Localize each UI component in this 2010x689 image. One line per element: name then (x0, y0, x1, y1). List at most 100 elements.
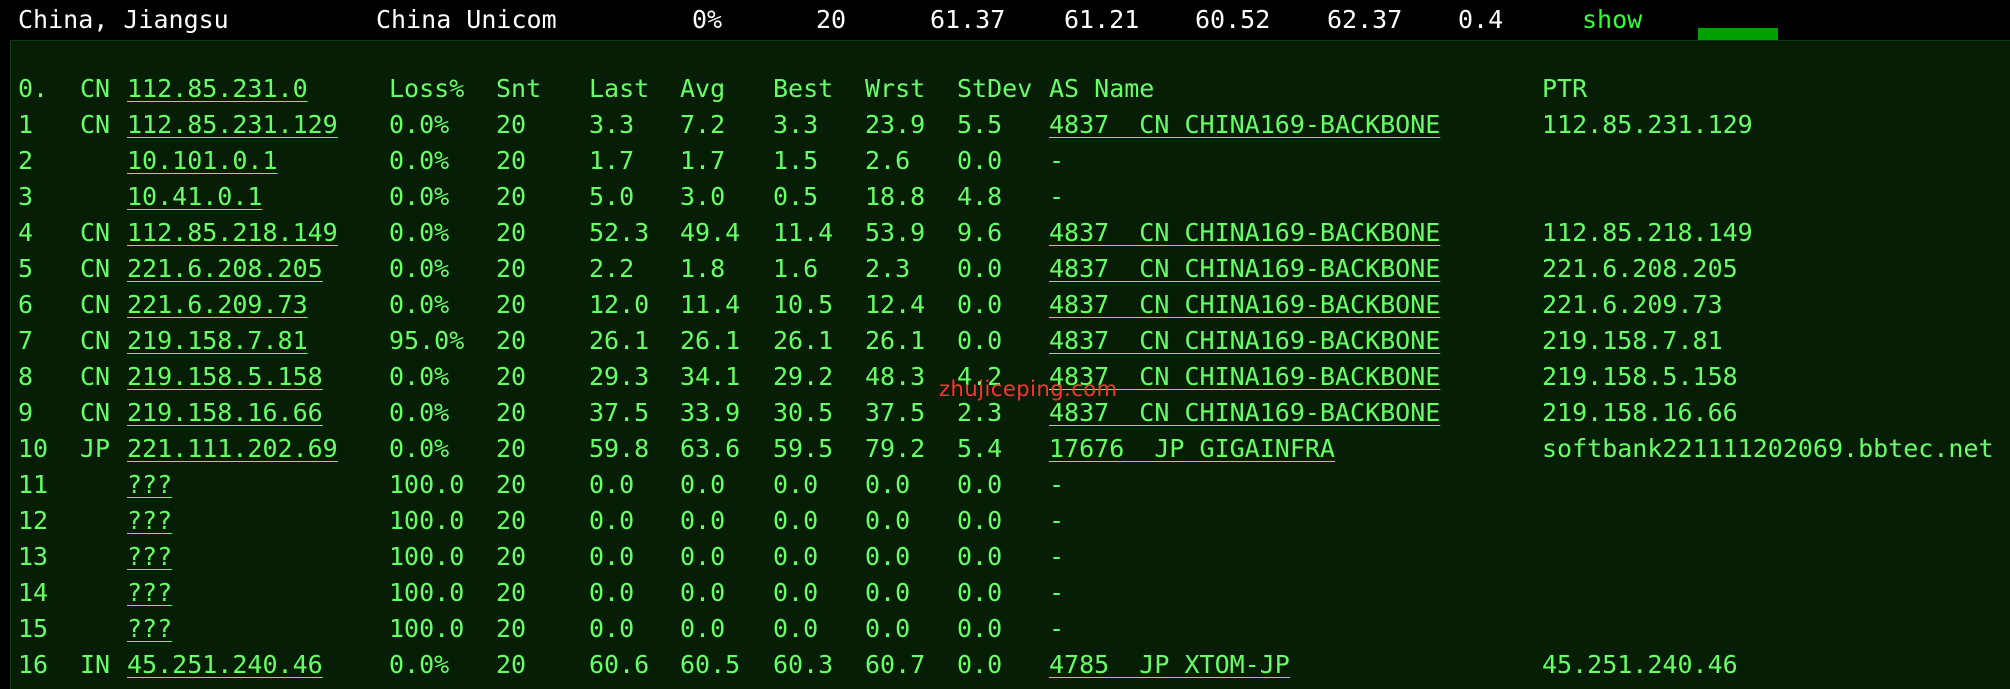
hop-row: 16 IN 45.251.240.46 0.0% 20 60.6 60.5 60.3 60.7 0… (11, 647, 2010, 683)
hop-best: 26.1 (773, 326, 834, 355)
hop-last: 0.0 (589, 542, 635, 571)
hop-ptr: 45.251.240.46 (1542, 650, 1738, 679)
hop-row: 13??? 100.0 20 0.0 0.0 0.0 0.0 0.0 - (11, 539, 2010, 575)
header-best: Best (773, 74, 834, 103)
header-loss: Loss% (389, 74, 465, 103)
hop-as[interactable]: 4837 CN CHINA169-BACKBONE (1049, 107, 1440, 143)
hop-best: 0.0 (773, 578, 819, 607)
hop-wrst: 37.5 (865, 398, 926, 427)
hop-n: 7 (18, 326, 34, 355)
hop-stdev: 4.8 (957, 182, 1003, 211)
hop-ptr: 221.6.209.73 (1542, 290, 1723, 319)
hop-stdev: 0.0 (957, 578, 1003, 607)
hop-ip[interactable]: ??? (127, 503, 172, 539)
hop-n: 10 (18, 434, 49, 463)
header-as-name: AS Name (1049, 74, 1155, 103)
hop-row: 7 CN 219.158.7.81 95.0% 20 26.1 26.1 26.1 26.1 0.… (11, 323, 2010, 359)
hop-wrst: 23.9 (865, 110, 926, 139)
hop-avg: 1.7 (680, 146, 726, 175)
hop-ip[interactable]: 221.111.202.69 (127, 431, 338, 467)
hop-ip[interactable]: ??? (127, 611, 172, 647)
hop-ip[interactable]: ??? (127, 467, 172, 503)
show-link[interactable]: show (1582, 4, 1642, 36)
hop-ip[interactable]: 219.158.7.81 (127, 323, 308, 359)
hop-cc: CN (80, 290, 111, 319)
hop-ip[interactable]: 221.6.208.205 (127, 251, 323, 287)
hop-row: 12??? 100.0 20 0.0 0.0 0.0 0.0 0.0 - (11, 503, 2010, 539)
hop-ip[interactable]: 219.158.16.66 (127, 395, 323, 431)
hop-row: 4 CN 112.85.218.149 0.0% 20 52.3 49.4 11.4 53.9 9… (11, 215, 2010, 251)
hop-cc: IN (80, 650, 111, 679)
hop-snt: 20 (496, 506, 527, 535)
hop-ip[interactable]: 10.41.0.1 (127, 179, 262, 215)
hop-last: 59.8 (589, 434, 650, 463)
hop-n: 2 (18, 146, 34, 175)
hop-ip[interactable]: 10.101.0.1 (127, 143, 278, 179)
hop-ip[interactable]: ??? (127, 539, 172, 575)
hop-as[interactable]: 17676 JP GIGAINFRA (1049, 431, 1335, 467)
hop-n: 8 (18, 362, 34, 391)
hop-n: 3 (18, 182, 34, 211)
hop-avg: 1.8 (680, 254, 726, 283)
traceroute-panel: 0. CN 112.85.231.0 Loss% Snt Last Avg Be… (10, 40, 2010, 689)
hop-wrst: 79.2 (865, 434, 926, 463)
hop-last: 5.0 (589, 182, 635, 211)
hop-snt: 20 (496, 470, 527, 499)
hop-ip[interactable]: 112.85.218.149 (127, 215, 338, 251)
hop-last: 12.0 (589, 290, 650, 319)
hop-n: 1 (18, 110, 34, 139)
hop-as[interactable]: 4785 JP XTOM-JP (1049, 647, 1290, 683)
hop-cc: CN (80, 362, 111, 391)
hop-ip[interactable]: 112.85.231.129 (127, 107, 338, 143)
hop-cc: CN (80, 110, 111, 139)
hop-wrst: 0.0 (865, 614, 911, 643)
hop-n: 5 (18, 254, 34, 283)
hop-snt: 20 (496, 578, 527, 607)
hop-last: 3.3 (589, 110, 635, 139)
hop-loss: 0.0% (389, 254, 450, 283)
hop-last: 52.3 (589, 218, 650, 247)
hop-ip[interactable]: 45.251.240.46 (127, 647, 323, 683)
hop-as[interactable]: 4837 CN CHINA169-BACKBONE (1049, 323, 1440, 359)
hop-as[interactable]: 4837 CN CHINA169-BACKBONE (1049, 287, 1440, 323)
hop-loss: 0.0% (389, 362, 450, 391)
hop-wrst: 0.0 (865, 542, 911, 571)
hop-row: 6 CN 221.6.209.73 0.0% 20 12.0 11.4 10.5 12.4 0.0… (11, 287, 2010, 323)
hop-snt: 20 (496, 434, 527, 463)
hop-loss: 95.0% (389, 326, 465, 355)
hop-wrst: 18.8 (865, 182, 926, 211)
hop-last: 0.0 (589, 470, 635, 499)
hop-best: 0.0 (773, 470, 819, 499)
hop-avg: 11.4 (680, 290, 741, 319)
hop-wrst: 12.4 (865, 290, 926, 319)
hop-cc: CN (80, 218, 111, 247)
hop-row: 2 10.101.0.1 0.0% 20 1.7 1.7 1.5 2.6 0.0 - (11, 143, 2010, 179)
hop-ip[interactable]: 221.6.209.73 (127, 287, 308, 323)
hop-snt: 20 (496, 182, 527, 211)
header-avg: Avg (680, 74, 726, 103)
hop-loss: 100.0 (389, 470, 465, 499)
hop-as[interactable]: 4837 CN CHINA169-BACKBONE (1049, 251, 1440, 287)
hop-stdev: 0.0 (957, 290, 1003, 319)
hop-row: 5 CN 221.6.208.205 0.0% 20 2.2 1.8 1.6 2.3 0.0 483… (11, 251, 2010, 287)
hop-ip[interactable]: 219.158.5.158 (127, 359, 323, 395)
hop-snt: 20 (496, 614, 527, 643)
hop-wrst: 53.9 (865, 218, 926, 247)
hop-ip[interactable]: ??? (127, 575, 172, 611)
header-target-ip[interactable]: 112.85.231.0 (127, 71, 308, 107)
hop-loss: 100.0 (389, 614, 465, 643)
hop-snt: 20 (496, 542, 527, 571)
hop-best: 1.6 (773, 254, 819, 283)
hop-best: 1.5 (773, 146, 819, 175)
hop-snt: 20 (496, 110, 527, 139)
hop-wrst: 0.0 (865, 470, 911, 499)
hop-as[interactable]: 4837 CN CHINA169-BACKBONE (1049, 215, 1440, 251)
hop-stdev: 0.0 (957, 542, 1003, 571)
summary-stdev: 0.4 (1458, 5, 1504, 34)
hop-loss: 0.0% (389, 290, 450, 319)
hop-best: 60.3 (773, 650, 834, 679)
hop-n: 4 (18, 218, 34, 247)
hop-loss: 0.0% (389, 434, 450, 463)
hop-avg: 3.0 (680, 182, 726, 211)
hop-best: 10.5 (773, 290, 834, 319)
